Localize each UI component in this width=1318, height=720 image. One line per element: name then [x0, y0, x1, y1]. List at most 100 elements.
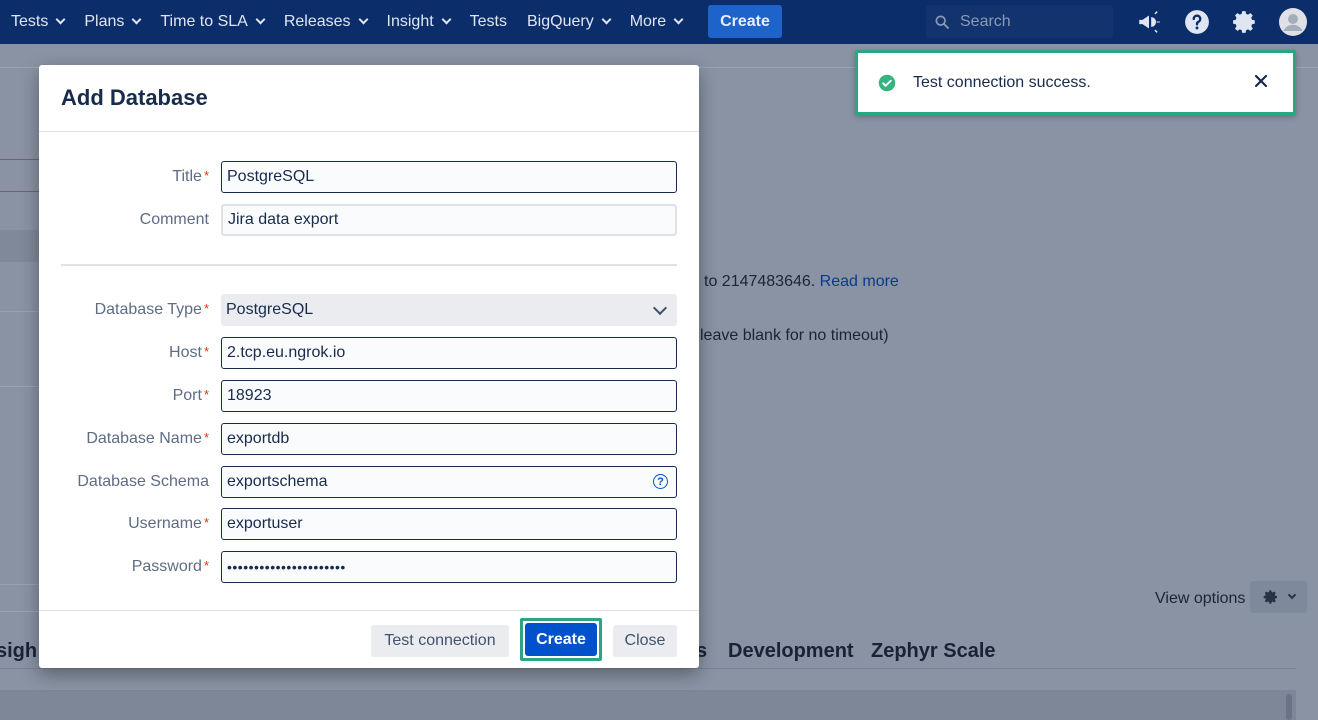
comment-field[interactable]: Jira data export	[221, 204, 677, 236]
nav-plans[interactable]: Plans	[84, 13, 142, 31]
dialog-title: Add Database	[61, 85, 208, 110]
bg-divider	[0, 611, 40, 612]
view-options-label[interactable]: View options	[1155, 590, 1245, 608]
chevron-down-icon	[1287, 590, 1296, 600]
nav-more[interactable]: More	[629, 13, 684, 31]
tab-zephyr-scale[interactable]: Zephyr Scale	[871, 640, 996, 663]
bg-table-header	[0, 690, 1296, 720]
label-text: Password	[131, 558, 202, 575]
nav-label: Plans	[84, 13, 125, 30]
form-divider	[61, 264, 677, 266]
database-name-field[interactable]: exportdb	[221, 423, 677, 455]
database-type-select[interactable]: PostgreSQL	[221, 294, 677, 326]
nav-time-to-sla[interactable]: Time to SLA	[160, 13, 266, 31]
comment-label: Comment	[140, 211, 209, 229]
password-label: Password *	[132, 558, 209, 576]
megaphone-icon[interactable]	[1135, 8, 1163, 36]
create-button-highlight: Create	[520, 618, 602, 661]
nav-releases[interactable]: Releases	[284, 13, 368, 31]
bg-error-line	[0, 191, 40, 192]
gear-icon	[1263, 590, 1277, 604]
test-connection-button[interactable]: Test connection	[371, 625, 509, 657]
avatar[interactable]	[1279, 8, 1307, 36]
gear-icon[interactable]	[1231, 8, 1259, 36]
title-label: Title *	[172, 168, 209, 186]
port-label: Port *	[173, 387, 209, 405]
form-row-database-schema: Database Schema exportschema ?	[39, 466, 699, 498]
create-button[interactable]: Create	[525, 623, 597, 656]
dialog-header: Add Database	[39, 65, 699, 132]
check-circle-icon	[878, 74, 896, 91]
read-more-link[interactable]: Read more	[820, 273, 899, 290]
tab-development[interactable]: Development	[728, 640, 854, 663]
form-row-username: Username * exportuser	[39, 508, 699, 540]
nav-tests-link[interactable]: Tests	[470, 13, 507, 31]
nav-label: Insight	[386, 13, 434, 30]
chevron-down-icon	[131, 14, 142, 25]
label-text: Username	[128, 515, 202, 532]
nav-tests[interactable]: Tests	[11, 13, 66, 31]
chevron-down-icon	[601, 14, 612, 25]
search-icon	[935, 14, 949, 29]
scrollbar[interactable]	[1286, 694, 1292, 720]
nav-insight[interactable]: Insight	[386, 13, 452, 31]
password-field[interactable]: ••••••••••••••••••••••	[221, 551, 677, 583]
label-text: Database Type	[94, 301, 202, 318]
chevron-down-icon	[55, 14, 66, 25]
chevron-down-icon	[441, 14, 452, 25]
nav-label: Time to SLA	[160, 13, 248, 30]
form-row-password: Password * ••••••••••••••••••••••	[39, 551, 699, 583]
bg-tab-underline	[0, 668, 1296, 669]
nav-label: More	[629, 13, 667, 30]
dialog-body: Title * PostgreSQL Comment Jira data expo…	[39, 132, 699, 610]
port-field[interactable]: 18923	[221, 380, 677, 412]
required-mark: *	[203, 344, 209, 359]
host-field[interactable]: 2.tcp.eu.ngrok.io	[221, 337, 677, 369]
close-icon[interactable]	[1253, 73, 1269, 89]
bg-error-line	[0, 159, 40, 160]
tab-insight-partial[interactable]: sigh	[0, 640, 37, 663]
required-mark: *	[203, 558, 209, 573]
toast-message: Test connection success.	[913, 73, 1091, 91]
top-navigation: Tests Plans Time to SLA Releases Insight…	[0, 0, 1318, 44]
required-mark: *	[203, 168, 209, 183]
label-text: Database Schema	[77, 473, 209, 490]
nav-create-button[interactable]: Create	[708, 5, 782, 38]
view-options-button[interactable]	[1250, 581, 1307, 613]
required-mark: *	[203, 301, 209, 316]
form-row-comment: Comment Jira data export	[39, 204, 699, 236]
label-text: Database Name	[86, 430, 202, 447]
bg-divider	[0, 311, 40, 312]
label-text: Comment	[139, 211, 209, 228]
field-value: exportschema	[227, 473, 328, 490]
title-field[interactable]: PostgreSQL	[221, 161, 677, 193]
nav-label: BigQuery	[527, 13, 594, 30]
database-schema-field[interactable]: exportschema ?	[221, 466, 677, 498]
bg-divider	[0, 386, 40, 387]
help-icon[interactable]	[1183, 8, 1211, 36]
search-placeholder: Search	[960, 12, 1011, 30]
chevron-down-icon	[673, 14, 684, 25]
form-row-host: Host * 2.tcp.eu.ngrok.io	[39, 337, 699, 369]
form-row-database-name: Database Name * exportdb	[39, 423, 699, 455]
form-row-title: Title * PostgreSQL	[39, 161, 699, 193]
label-text: Port	[172, 387, 202, 404]
database-name-label: Database Name *	[86, 430, 209, 448]
bg-limit-hint: to 2147483646. Read more	[704, 273, 899, 291]
form-row-database-type: Database Type * PostgreSQL	[39, 294, 699, 326]
help-icon[interactable]: ?	[653, 474, 668, 489]
selected-value: PostgreSQL	[226, 301, 314, 318]
required-mark: *	[203, 430, 209, 445]
add-database-dialog: Add Database Title * PostgreSQL Comment J…	[39, 65, 699, 668]
close-button[interactable]: Close	[613, 625, 677, 657]
bg-row	[0, 230, 40, 262]
username-label: Username *	[128, 515, 209, 533]
form-row-port: Port * 18923	[39, 380, 699, 412]
search-input[interactable]: Search	[926, 5, 1113, 38]
label-text: Title	[172, 168, 202, 185]
username-field[interactable]: exportuser	[221, 508, 677, 540]
nav-label: Tests	[469, 13, 507, 30]
bg-divider	[0, 584, 40, 585]
chevron-down-icon	[255, 14, 266, 25]
nav-bigquery[interactable]: BigQuery	[527, 13, 612, 31]
